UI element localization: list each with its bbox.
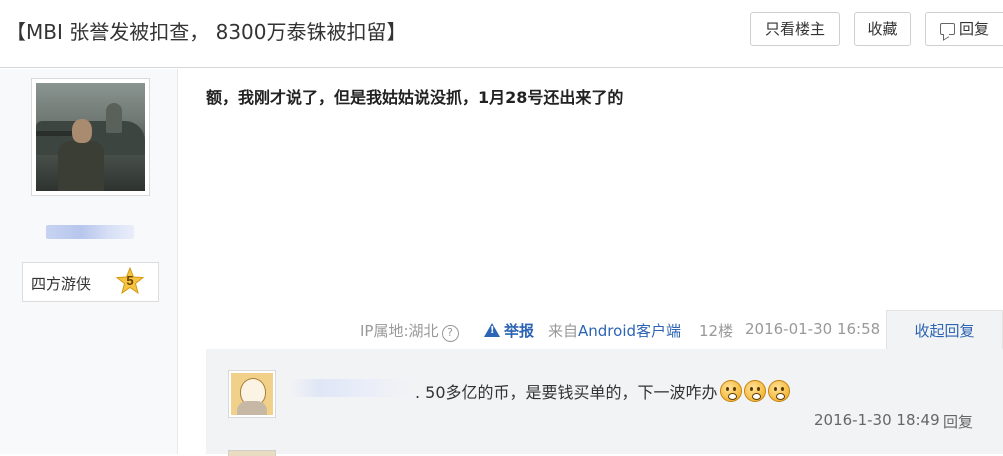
avatar-image [36,83,145,191]
warning-triangle-icon [484,323,500,337]
thread-header: 【MBI 张誉发被扣查， 8300万泰铢被扣留】 只看楼主 收藏 回复 [0,0,1003,68]
author-sidebar: 四方游侠 5 [0,69,178,454]
level-number: 5 [126,273,134,288]
report-label: 举报 [504,322,535,340]
sub-reply-username-blurred[interactable] [290,379,410,397]
post-content: 额，我刚才说了，但是我姑姑说没抓，1月28号还出来了的 [206,88,624,107]
collect-button[interactable]: 收藏 [854,12,911,46]
avatar-image [231,373,273,415]
report-link[interactable]: 举报 [484,320,534,342]
worried-face-emoji [743,380,766,402]
floor-number: 12楼 [699,322,734,340]
ip-location-text: IP属地:湖北 [360,322,439,340]
sub-reply-avatar[interactable] [228,370,276,418]
sub-reply-text: . 50多亿的币，是要钱买单的，下一波咋办 [415,379,790,403]
post-time: 2016-01-30 16:58 [745,320,881,338]
sub-reply-time: 2016-1-30 18:49 [814,411,940,429]
sub-reply-content: . 50多亿的币，是要钱买单的，下一波咋办 [415,383,718,402]
reply-button-label: 回复 [958,20,989,38]
worried-face-emoji [767,380,790,402]
reply-button[interactable]: 回复 [925,12,1003,46]
only-op-button[interactable]: 只看楼主 [750,12,840,46]
ip-location: IP属地:湖北? [360,320,459,342]
source-device-link[interactable]: Android客户端 [578,322,681,340]
star-badge-icon: 5 [115,266,145,297]
sub-reply-area: . 50多亿的币，是要钱买单的，下一波咋办 2016-1-30 18:49 回复 [206,349,1003,456]
thread-title: 【MBI 张誉发被扣查， 8300万泰铢被扣留】 [6,20,407,44]
rank-title: 四方游侠 [31,275,92,293]
sub-reply-reply-link[interactable]: 回复 [943,411,973,432]
help-circle-icon[interactable]: ? [441,325,459,342]
comment-icon [939,23,955,35]
collapse-replies-button[interactable]: 收起回复 [886,310,1003,350]
member-level-badge[interactable]: 四方游侠 5 [22,262,159,302]
source-prefix: 来自 [548,322,579,340]
post-source: 来自Android客户端 [548,320,681,342]
author-avatar[interactable] [31,78,150,196]
author-username-blurred[interactable] [46,225,134,239]
worried-face-emoji [719,380,742,402]
next-sub-reply-avatar[interactable] [228,450,276,456]
